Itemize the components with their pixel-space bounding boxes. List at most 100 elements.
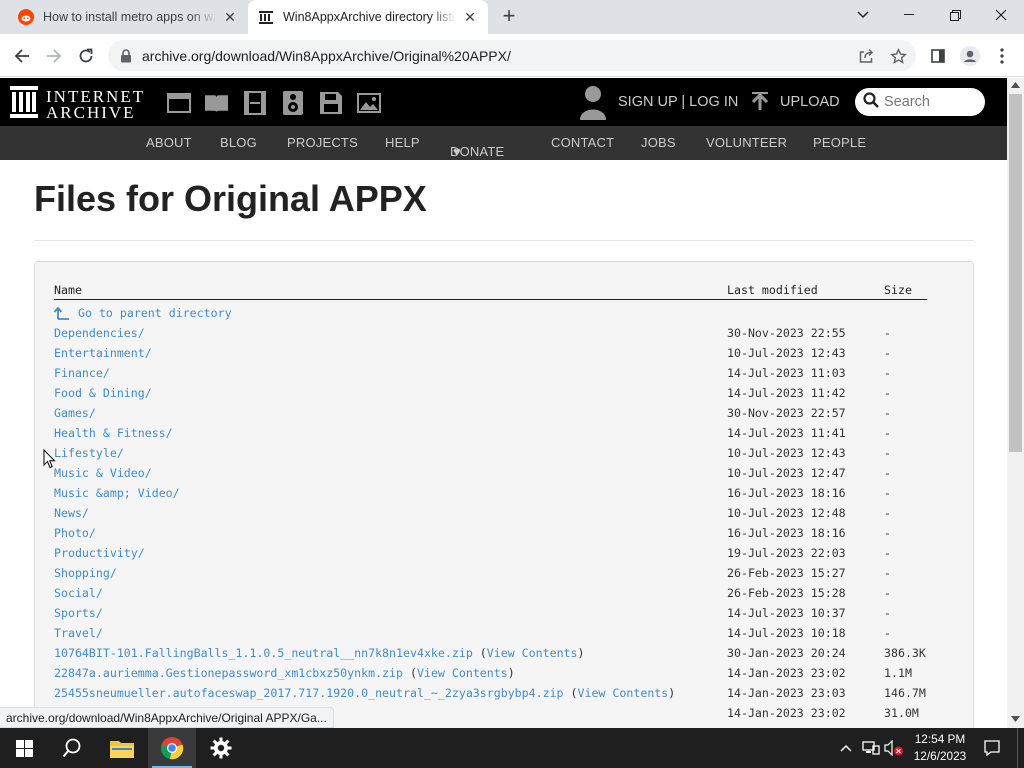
tab-search-icon[interactable] xyxy=(840,0,886,30)
nav-about[interactable]: ABOUT xyxy=(146,135,192,150)
view-contents-link[interactable]: View Contents xyxy=(417,666,508,680)
tab-archive[interactable]: Win8AppxArchive directory listin ✕ xyxy=(248,0,488,34)
folder-link[interactable]: Lifestyle/ xyxy=(54,446,124,460)
notifications-icon[interactable] xyxy=(980,728,1004,768)
settings-taskbar-button[interactable] xyxy=(197,728,245,768)
forward-button[interactable] xyxy=(42,44,66,68)
taskbar-clock[interactable]: 12:54 PM 12/6/2023 xyxy=(905,731,975,765)
user-avatar-icon[interactable] xyxy=(578,84,608,125)
audio-icon[interactable] xyxy=(280,90,305,115)
scroll-down-arrow-icon[interactable] xyxy=(1011,716,1020,722)
address-bar[interactable]: archive.org/download/Win8AppxArchive/Ori… xyxy=(108,40,916,71)
nav-volunteer[interactable]: VOLUNTEER xyxy=(706,135,787,150)
tab-title: How to install metro apps on wi xyxy=(43,10,216,24)
file-name-cell: Entertainment/ xyxy=(54,346,152,360)
clock-date: 12/6/2023 xyxy=(913,749,967,763)
profile-avatar-icon[interactable] xyxy=(958,44,982,68)
table-row: Lifestyle/10-Jul-2023 12:43 - xyxy=(0,446,1000,466)
upload-link[interactable]: UPLOAD xyxy=(780,94,840,110)
texts-icon[interactable] xyxy=(204,90,229,115)
close-window-button[interactable] xyxy=(978,0,1024,30)
restore-button[interactable] xyxy=(932,0,978,30)
file-link[interactable]: 10764BIT-101.FallingBalls_1.1.0.5_neutra… xyxy=(54,646,473,660)
scroll-up-arrow-icon[interactable] xyxy=(1011,82,1020,88)
folder-link[interactable]: News/ xyxy=(54,506,89,520)
table-row: Food & Dining/14-Jul-2023 11:42 - xyxy=(0,386,1000,406)
title-divider xyxy=(34,240,974,241)
folder-link[interactable]: Productivity/ xyxy=(54,546,145,560)
share-icon[interactable] xyxy=(854,44,878,68)
folder-link[interactable]: Health & Fitness/ xyxy=(54,426,173,440)
parent-directory-link[interactable]: Go to parent directory xyxy=(54,306,232,320)
last-modified-cell: 10-Jul-2023 12:48 xyxy=(727,506,846,520)
nav-contact[interactable]: CONTACT xyxy=(551,135,614,150)
nav-help[interactable]: HELP xyxy=(385,135,420,150)
reload-button[interactable] xyxy=(74,44,98,68)
file-link[interactable]: 22847a.auriemma.Gestionepassword_xm1cbxz… xyxy=(54,666,403,680)
column-header-size[interactable]: Size xyxy=(884,283,912,297)
network-icon[interactable] xyxy=(860,728,882,768)
view-contents-link[interactable]: View Contents xyxy=(487,646,578,660)
table-row: 25455sneumueller.autofaceswap_2017.717.1… xyxy=(0,686,1000,706)
folder-link[interactable]: Dependencies/ xyxy=(54,326,145,340)
show-hidden-icons-chevron[interactable] xyxy=(836,728,856,768)
folder-link[interactable]: Entertainment/ xyxy=(54,346,152,360)
file-name-cell: Productivity/ xyxy=(54,546,145,560)
folder-link[interactable]: Shopping/ xyxy=(54,566,117,580)
ia-logo[interactable]: INTERNET ARCHIVE xyxy=(10,86,145,123)
taskbar-search-button[interactable] xyxy=(48,728,96,768)
folder-link[interactable]: Travel/ xyxy=(54,626,103,640)
search-icon[interactable] xyxy=(863,91,879,113)
menu-dots-icon[interactable] xyxy=(990,44,1014,68)
video-icon[interactable] xyxy=(242,90,267,115)
column-header-modified[interactable]: Last modified xyxy=(727,283,818,297)
last-modified-cell: 19-Jul-2023 22:03 xyxy=(727,546,846,560)
upload-icon[interactable] xyxy=(750,92,770,117)
close-tab-icon[interactable]: ✕ xyxy=(222,9,238,25)
folder-link[interactable]: Music &amp; Video/ xyxy=(54,486,180,500)
file-explorer-button[interactable] xyxy=(98,728,146,768)
software-icon[interactable] xyxy=(318,90,343,115)
start-button[interactable] xyxy=(0,728,48,768)
lock-icon[interactable] xyxy=(120,48,134,63)
folder-link[interactable]: Sports/ xyxy=(54,606,103,620)
new-tab-button[interactable]: + xyxy=(498,5,520,28)
ia-search-box[interactable] xyxy=(855,88,985,116)
back-button[interactable] xyxy=(10,44,34,68)
web-icon[interactable] xyxy=(166,90,191,115)
view-contents-link[interactable]: View Contents xyxy=(578,686,669,700)
close-tab-icon[interactable]: ✕ xyxy=(462,9,478,25)
folder-link[interactable]: Photo/ xyxy=(54,526,96,540)
file-name-cell: Photo/ xyxy=(54,526,96,540)
table-row: Games/30-Nov-2023 22:57 - xyxy=(0,406,1000,426)
size-cell: 146.7M xyxy=(884,686,926,700)
last-modified-cell: 14-Jul-2023 11:03 xyxy=(727,366,846,380)
nav-projects[interactable]: PROJECTS xyxy=(287,135,358,150)
tab-strip: How to install metro apps on wi ✕ Win8Ap… xyxy=(0,0,1024,34)
folder-link[interactable]: Music & Video/ xyxy=(54,466,152,480)
side-panel-icon[interactable] xyxy=(926,44,950,68)
signup-login-link[interactable]: SIGN UP | LOG IN xyxy=(618,94,738,110)
minimize-button[interactable] xyxy=(886,0,932,30)
search-input[interactable] xyxy=(884,94,980,110)
show-desktop-button[interactable] xyxy=(1017,728,1024,768)
last-modified-cell: 10-Jul-2023 12:47 xyxy=(727,466,846,480)
images-icon[interactable] xyxy=(356,90,381,115)
nav-blog[interactable]: BLOG xyxy=(220,135,257,150)
chrome-taskbar-button[interactable] xyxy=(148,728,196,768)
scrollbar-thumb[interactable] xyxy=(1009,94,1022,452)
folder-link[interactable]: Food & Dining/ xyxy=(54,386,152,400)
volume-muted-icon[interactable] xyxy=(883,728,905,768)
bookmark-star-icon[interactable] xyxy=(886,44,910,68)
table-row: Shopping/26-Feb-2023 15:27 - xyxy=(0,566,1000,586)
tab-reddit[interactable]: How to install metro apps on wi ✕ xyxy=(8,0,248,34)
folder-link[interactable]: Social/ xyxy=(54,586,103,600)
folder-link[interactable]: Finance/ xyxy=(54,366,110,380)
file-link[interactable]: 25455sneumueller.autofaceswap_2017.717.1… xyxy=(54,686,564,700)
last-modified-cell: 30-Nov-2023 22:57 xyxy=(727,406,846,420)
column-header-name[interactable]: Name xyxy=(54,283,82,297)
folder-link[interactable]: Games/ xyxy=(54,406,96,420)
size-cell: - xyxy=(884,546,891,560)
nav-jobs[interactable]: JOBS xyxy=(641,135,676,150)
nav-people[interactable]: PEOPLE xyxy=(813,135,866,150)
